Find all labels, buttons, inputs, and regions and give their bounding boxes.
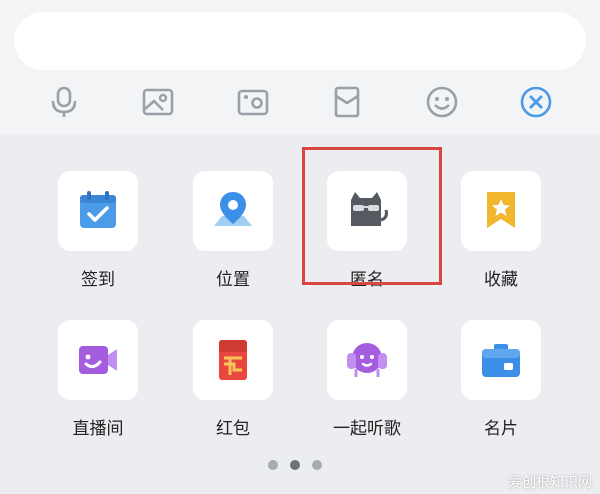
live-room-label: 直播间 xyxy=(72,419,124,439)
watermark: 爱创根知识网 xyxy=(508,475,592,491)
listen-together-tile[interactable] xyxy=(327,320,407,400)
close-circle-icon xyxy=(520,86,552,118)
page-dot-2[interactable] xyxy=(290,460,300,470)
page-dot-1[interactable] xyxy=(268,460,278,470)
calendar-check-icon xyxy=(80,191,116,228)
top-input-area xyxy=(0,0,600,134)
message-input[interactable] xyxy=(14,12,586,70)
checkin-label: 签到 xyxy=(81,270,115,290)
input-toolbar xyxy=(0,78,600,126)
page-dot-3[interactable] xyxy=(312,460,322,470)
listen-together-label: 一起听歌 xyxy=(333,419,401,439)
camera-button[interactable] xyxy=(229,78,277,126)
microphone-button[interactable] xyxy=(40,78,88,126)
red-packet-tile[interactable] xyxy=(193,320,273,400)
location-tile[interactable] xyxy=(193,171,273,251)
live-room-tile[interactable] xyxy=(58,320,138,400)
camera-icon xyxy=(237,89,269,116)
red-packet-label: 红包 xyxy=(216,419,250,439)
anonymous-highlight-box xyxy=(302,147,442,285)
favorites-label: 收藏 xyxy=(484,270,518,290)
page-indicator xyxy=(268,460,338,472)
emoji-icon xyxy=(426,86,458,118)
image-button[interactable] xyxy=(134,78,182,126)
checkin-tile[interactable] xyxy=(58,171,138,251)
business-card-label: 名片 xyxy=(484,419,518,439)
red-packet-icon xyxy=(219,340,247,380)
location-pin-icon xyxy=(214,192,252,226)
red-packet-outline-icon xyxy=(334,86,360,118)
listen-together-icon xyxy=(347,343,387,377)
business-card-icon xyxy=(482,344,520,377)
business-card-tile[interactable] xyxy=(461,320,541,400)
image-icon xyxy=(142,88,174,116)
bookmark-star-icon xyxy=(487,192,515,228)
emoji-button[interactable] xyxy=(418,78,466,126)
location-label: 位置 xyxy=(216,270,250,290)
favorites-tile[interactable] xyxy=(461,171,541,251)
red-packet-button[interactable] xyxy=(323,78,371,126)
live-video-icon xyxy=(79,346,117,374)
microphone-icon xyxy=(51,86,77,117)
close-panel-button[interactable] xyxy=(512,78,560,126)
